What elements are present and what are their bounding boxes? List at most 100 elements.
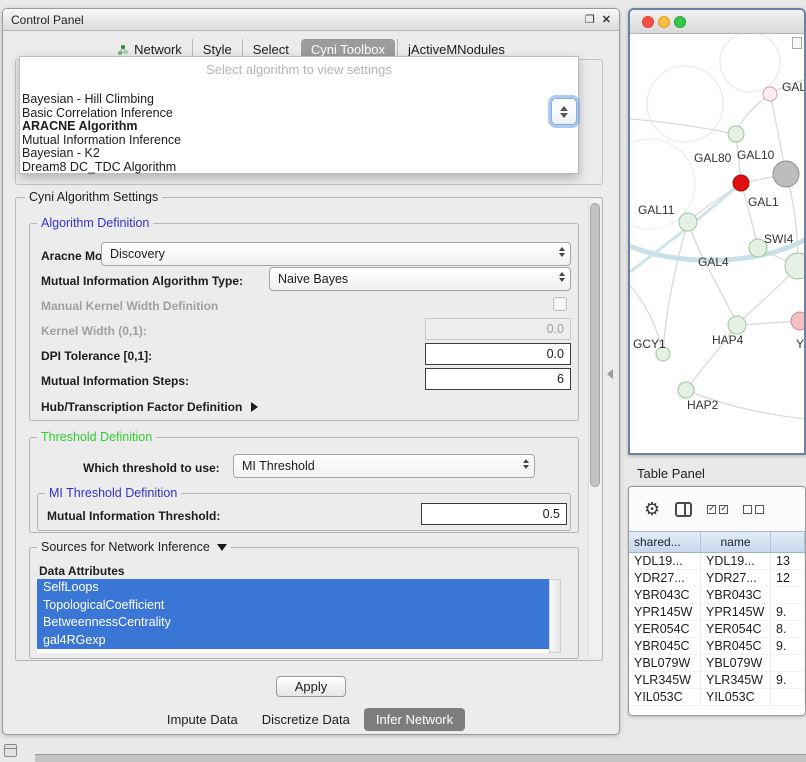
mi-threshold-label: Mutual Information Threshold:: [47, 509, 220, 523]
columns-icon[interactable]: [675, 502, 692, 517]
table-row[interactable]: YPR145W YPR145W 9.: [629, 604, 805, 621]
table-row[interactable]: YDL19... YDL19... 13: [629, 553, 805, 570]
hub-definition-expander[interactable]: Hub/Transcription Factor Definition: [41, 400, 258, 414]
control-panel-titlebar[interactable]: Control Panel ❐ ✕: [3, 9, 619, 31]
float-window-icon[interactable]: ❐: [585, 13, 595, 26]
algorithm-definition-title: Algorithm Definition: [37, 216, 153, 230]
algorithm-option[interactable]: Dream8 DC_TDC Algorithm: [20, 161, 578, 175]
cell: YBL079W: [629, 655, 701, 671]
manual-kernel-width-label: Manual Kernel Width Definition: [41, 299, 218, 313]
node-label: GAL1: [748, 195, 779, 209]
algorithm-option[interactable]: Bayesian - K2: [20, 147, 578, 161]
node[interactable]: [728, 126, 744, 142]
data-attributes-list[interactable]: SelfLoops TopologicalCoefficient Between…: [37, 579, 549, 653]
bottom-panel-edge[interactable]: [35, 754, 806, 762]
attribute-item-selected[interactable]: BetweennessCentrality: [37, 614, 549, 632]
mi-algorithm-type-select[interactable]: Naive Bayes: [269, 267, 571, 291]
combo-arrows-icon: [559, 272, 565, 282]
stepper-down-icon: [560, 113, 568, 118]
dpi-tolerance-field[interactable]: 0.0: [425, 343, 571, 365]
tab-label-select: Select: [253, 42, 289, 57]
zoom-traffic-light-icon[interactable]: [674, 16, 686, 28]
apply-button[interactable]: Apply: [276, 676, 346, 697]
attribute-item-selected[interactable]: gal4RGexp: [37, 632, 549, 650]
kernel-width-field: 0.0: [425, 318, 571, 340]
aracne-mode-value: Discovery: [110, 247, 165, 261]
network-window-titlebar[interactable]: [630, 10, 804, 34]
select-all-checks-icon[interactable]: [707, 505, 728, 514]
combo-arrows-icon: [559, 247, 565, 257]
settings-scrollbar[interactable]: [588, 199, 601, 657]
table-panel-window: ⚙ shared... name YDL19... YDL19... 13 YD…: [628, 486, 806, 716]
cyni-algorithm-settings-title: Cyni Algorithm Settings: [25, 190, 162, 204]
node[interactable]: [785, 253, 804, 279]
mi-steps-field[interactable]: 6: [425, 368, 571, 390]
checked-box-icon: [719, 505, 728, 514]
mi-steps-value: 6: [557, 372, 564, 386]
column-header-name[interactable]: name: [701, 532, 771, 552]
node-gal10-hub[interactable]: [773, 161, 799, 187]
node-label: SWI4: [764, 232, 794, 246]
minimize-traffic-light-icon[interactable]: [658, 16, 670, 28]
algorithm-combo-stepper[interactable]: [551, 98, 577, 125]
table-row[interactable]: YBR043C YBR043C: [629, 587, 805, 604]
node[interactable]: [679, 213, 697, 231]
aracne-mode-select[interactable]: Discovery: [101, 242, 571, 266]
cell: YLR345W: [701, 672, 771, 688]
node[interactable]: [763, 87, 777, 101]
node[interactable]: [728, 316, 746, 334]
manual-kernel-width-checkbox[interactable]: [553, 297, 567, 311]
attribute-item-selected[interactable]: TopologicalCoefficient: [37, 597, 549, 615]
tab-infer-network[interactable]: Infer Network: [364, 708, 465, 731]
close-icon[interactable]: ✕: [602, 13, 611, 26]
attributes-list-scrollbar[interactable]: [549, 579, 561, 653]
tab-label-impute-data: Impute Data: [167, 712, 238, 727]
cell: YPR145W: [701, 604, 771, 620]
table-row[interactable]: YDR27... YDR27... 12: [629, 570, 805, 587]
algorithm-dropdown-popup: Select algorithm to view settings Bayesi…: [19, 56, 579, 174]
node-label: GAL80: [694, 151, 732, 165]
mi-threshold-field[interactable]: 0.5: [421, 503, 567, 525]
algorithm-option[interactable]: Mutual Information Inference: [20, 134, 578, 148]
cell: YDR27...: [701, 570, 771, 586]
cell: 9.: [771, 672, 805, 688]
settings-scrollbar-thumb[interactable]: [590, 203, 600, 487]
cell: YPR145W: [629, 604, 701, 620]
attribute-item-selected[interactable]: SelfLoops: [37, 579, 549, 597]
algorithm-option[interactable]: Bayesian - Hill Climbing: [20, 93, 578, 107]
node-label: GAL10: [737, 148, 775, 162]
tab-discretize-data[interactable]: Discretize Data: [250, 708, 362, 731]
unchecked-box-icon: [743, 505, 752, 514]
cell: YBR045C: [629, 638, 701, 654]
column-header-shared-name[interactable]: shared...: [629, 532, 701, 552]
table-row[interactable]: YBL079W YBL079W: [629, 655, 805, 672]
tab-label-discretize-data: Discretize Data: [262, 712, 350, 727]
cell: [771, 655, 805, 671]
canvas-scrollbar-button[interactable]: [792, 37, 802, 49]
node[interactable]: [791, 312, 804, 330]
close-traffic-light-icon[interactable]: [642, 16, 654, 28]
node[interactable]: [678, 382, 694, 398]
node-label: Y: [796, 337, 804, 351]
tab-impute-data[interactable]: Impute Data: [155, 708, 250, 731]
collapsed-panel-icon[interactable]: [4, 744, 17, 757]
table-row[interactable]: YER054C YER054C 8.: [629, 621, 805, 638]
table-row[interactable]: YLR345W YLR345W 9.: [629, 672, 805, 689]
mi-algorithm-type-value: Naive Bayes: [278, 272, 348, 286]
cell: YER054C: [629, 621, 701, 637]
table-row[interactable]: YIL053C YIL053C: [629, 689, 805, 706]
stepper-up-icon: [560, 106, 568, 111]
algorithm-option-selected[interactable]: ARACNE Algorithm: [20, 120, 578, 134]
table-row[interactable]: YBR045C YBR045C 9.: [629, 638, 805, 655]
which-threshold-select[interactable]: MI Threshold: [233, 454, 535, 478]
node-label: GCY1: [633, 337, 666, 351]
panel-splitter-handle[interactable]: [607, 369, 613, 379]
column-header-clipped[interactable]: [771, 532, 805, 552]
gear-icon[interactable]: ⚙: [644, 500, 660, 518]
network-canvas[interactable]: GAL80 GAL10 GAL11 GAL1 SWI4 GAL4 GCY1 HA…: [630, 34, 804, 453]
algorithm-option[interactable]: Basic Correlation Inference: [20, 107, 578, 121]
sources-group-header[interactable]: Sources for Network Inference: [37, 540, 231, 554]
deselect-all-checks-icon[interactable]: [743, 505, 764, 514]
node-selected-red[interactable]: [733, 175, 749, 191]
combo-arrows-icon: [523, 459, 529, 469]
